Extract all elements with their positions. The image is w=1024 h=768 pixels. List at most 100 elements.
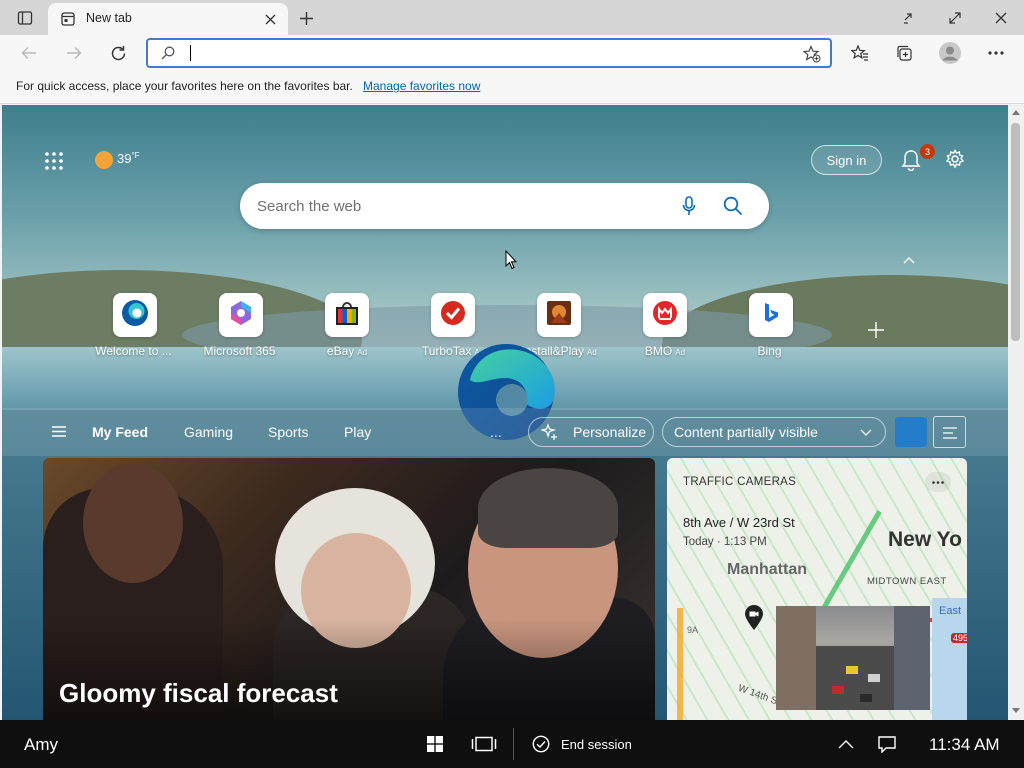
tab-title: New tab bbox=[86, 11, 132, 25]
new-tab-plus-icon[interactable] bbox=[296, 8, 316, 28]
tab-actions-icon[interactable] bbox=[14, 8, 36, 28]
taskbar-user-name[interactable]: Amy bbox=[24, 735, 58, 755]
taskbar: Amy End session 11:34 AM bbox=[0, 720, 1024, 768]
quick-link-bmo[interactable] bbox=[643, 293, 687, 337]
map-label-borough: Manhattan bbox=[727, 561, 807, 578]
navigation-toolbar bbox=[0, 35, 1024, 71]
tab-gaming[interactable]: Gaming bbox=[184, 424, 233, 440]
map-label-route: 495 bbox=[951, 633, 967, 643]
system-tray-chevron-icon[interactable] bbox=[836, 736, 856, 752]
quick-link-label: BMO Ad bbox=[644, 344, 686, 358]
page-scrollbar[interactable] bbox=[1008, 105, 1024, 720]
end-session-check-icon[interactable] bbox=[531, 734, 551, 754]
maximize-icon[interactable] bbox=[944, 8, 966, 28]
back-icon[interactable] bbox=[18, 43, 40, 63]
collapse-chevron-up-icon[interactable] bbox=[900, 253, 918, 267]
traffic-camera-thumbnail[interactable] bbox=[776, 606, 930, 710]
sign-in-button[interactable]: Sign in bbox=[811, 145, 882, 175]
quick-link-welcome[interactable] bbox=[113, 293, 157, 337]
list-layout-toggle[interactable] bbox=[933, 416, 966, 448]
hero-news-card[interactable]: Gloomy fiscal forecast bbox=[43, 458, 655, 720]
weather-temperature[interactable]: 39°F bbox=[117, 151, 140, 166]
list-view-icon bbox=[942, 426, 958, 440]
microphone-icon[interactable] bbox=[678, 195, 700, 217]
favorites-icon[interactable] bbox=[849, 43, 871, 63]
hero-headline[interactable]: Gloomy fiscal forecast bbox=[59, 678, 338, 709]
scroll-up-icon[interactable] bbox=[1011, 108, 1021, 116]
quick-link-install-play[interactable] bbox=[537, 293, 581, 337]
weather-sun-icon[interactable] bbox=[93, 149, 115, 171]
bmo-icon bbox=[651, 299, 679, 332]
quick-link-bing[interactable] bbox=[749, 293, 793, 337]
grid-layout-toggle[interactable] bbox=[895, 417, 927, 447]
edge-icon bbox=[120, 298, 150, 333]
web-search-box[interactable]: Search the web bbox=[240, 183, 769, 229]
address-bar[interactable] bbox=[146, 38, 832, 68]
refresh-icon[interactable] bbox=[107, 43, 129, 63]
thumbnail-car bbox=[846, 666, 858, 674]
mouse-cursor-icon bbox=[504, 249, 518, 271]
notification-badge: 3 bbox=[920, 144, 935, 159]
feed-menu-icon[interactable] bbox=[50, 423, 68, 439]
tab-new-tab[interactable]: New tab bbox=[48, 3, 288, 35]
scrollbar-thumb[interactable] bbox=[1011, 123, 1020, 341]
camera-pin-icon[interactable] bbox=[743, 604, 765, 632]
task-view-icon[interactable] bbox=[470, 734, 498, 754]
personalize-label: Personalize bbox=[573, 424, 647, 440]
text-caret bbox=[190, 45, 191, 61]
thumbnail-car bbox=[860, 694, 872, 702]
close-tab-icon[interactable] bbox=[262, 11, 278, 27]
content-visibility-select[interactable]: Content partially visible bbox=[662, 417, 886, 447]
restore-icon[interactable] bbox=[898, 8, 920, 28]
personalize-button[interactable]: Personalize bbox=[528, 417, 654, 447]
traffic-heading: TRAFFIC CAMERAS bbox=[683, 476, 797, 488]
hero-photo-face-left bbox=[83, 463, 183, 583]
quick-link-label: Bing bbox=[757, 344, 782, 358]
card-more-icon[interactable] bbox=[925, 472, 951, 492]
favorites-bar: For quick access, place your favorites h… bbox=[0, 71, 1024, 104]
quick-link-microsoft-365[interactable] bbox=[219, 293, 263, 337]
manage-favorites-link[interactable]: Manage favorites now bbox=[363, 79, 480, 93]
add-quick-link-icon[interactable] bbox=[866, 320, 886, 340]
thumbnail-building-right bbox=[894, 606, 930, 710]
bing-icon bbox=[759, 301, 783, 330]
quick-link-turbotax[interactable] bbox=[431, 293, 475, 337]
web-search-placeholder: Search the web bbox=[257, 198, 362, 215]
quick-link-ebay[interactable] bbox=[325, 293, 369, 337]
tab-more[interactable]: ... bbox=[490, 424, 502, 440]
map-label-route-9a: 9A bbox=[687, 625, 699, 635]
settings-gear-icon[interactable] bbox=[943, 147, 967, 171]
forward-icon[interactable] bbox=[63, 43, 85, 63]
thumbnail-car bbox=[868, 674, 880, 682]
tab-play[interactable]: Play bbox=[344, 424, 371, 440]
search-submit-icon[interactable] bbox=[722, 195, 744, 217]
tab-my-feed[interactable]: My Feed bbox=[92, 424, 148, 440]
collections-icon[interactable] bbox=[893, 43, 915, 63]
tab-sports[interactable]: Sports bbox=[268, 424, 308, 440]
thumbnail-road bbox=[816, 646, 894, 710]
windows-start-icon[interactable] bbox=[425, 734, 445, 754]
traffic-location: 8th Ave / W 23rd St bbox=[683, 515, 795, 530]
quick-link-label: Microsoft 365 bbox=[203, 344, 276, 358]
taskbar-clock[interactable]: 11:34 AM bbox=[929, 735, 1000, 755]
hero-photo-hair-right bbox=[478, 468, 618, 548]
notifications-icon[interactable] bbox=[876, 734, 898, 754]
more-options-icon[interactable] bbox=[985, 43, 1007, 63]
quick-link-label: Welcome to ... bbox=[95, 344, 172, 358]
quick-link-label: eBay Ad bbox=[326, 344, 368, 358]
profile-avatar-icon[interactable] bbox=[938, 41, 962, 65]
end-session-button[interactable]: End session bbox=[561, 737, 632, 752]
traffic-time: Today · 1:13 PM bbox=[683, 536, 767, 548]
add-favorite-icon[interactable] bbox=[802, 44, 822, 64]
map-road-orange bbox=[677, 608, 683, 720]
new-tab-page: 39°F Sign in 3 Search the web Welcome to… bbox=[2, 105, 1008, 720]
tab-strip: New tab bbox=[0, 0, 1024, 35]
close-window-icon[interactable] bbox=[990, 8, 1012, 28]
favorites-bar-message: For quick access, place your favorites h… bbox=[16, 79, 353, 93]
apps-launcher-icon[interactable] bbox=[42, 149, 66, 173]
content-visibility-value: Content partially visible bbox=[674, 424, 818, 440]
map-label-east: East bbox=[939, 605, 962, 617]
traffic-cameras-card[interactable]: TRAFFIC CAMERAS 8th Ave / W 23rd St Toda… bbox=[667, 458, 967, 720]
scroll-down-icon[interactable] bbox=[1011, 706, 1021, 714]
sign-in-label: Sign in bbox=[826, 152, 867, 168]
